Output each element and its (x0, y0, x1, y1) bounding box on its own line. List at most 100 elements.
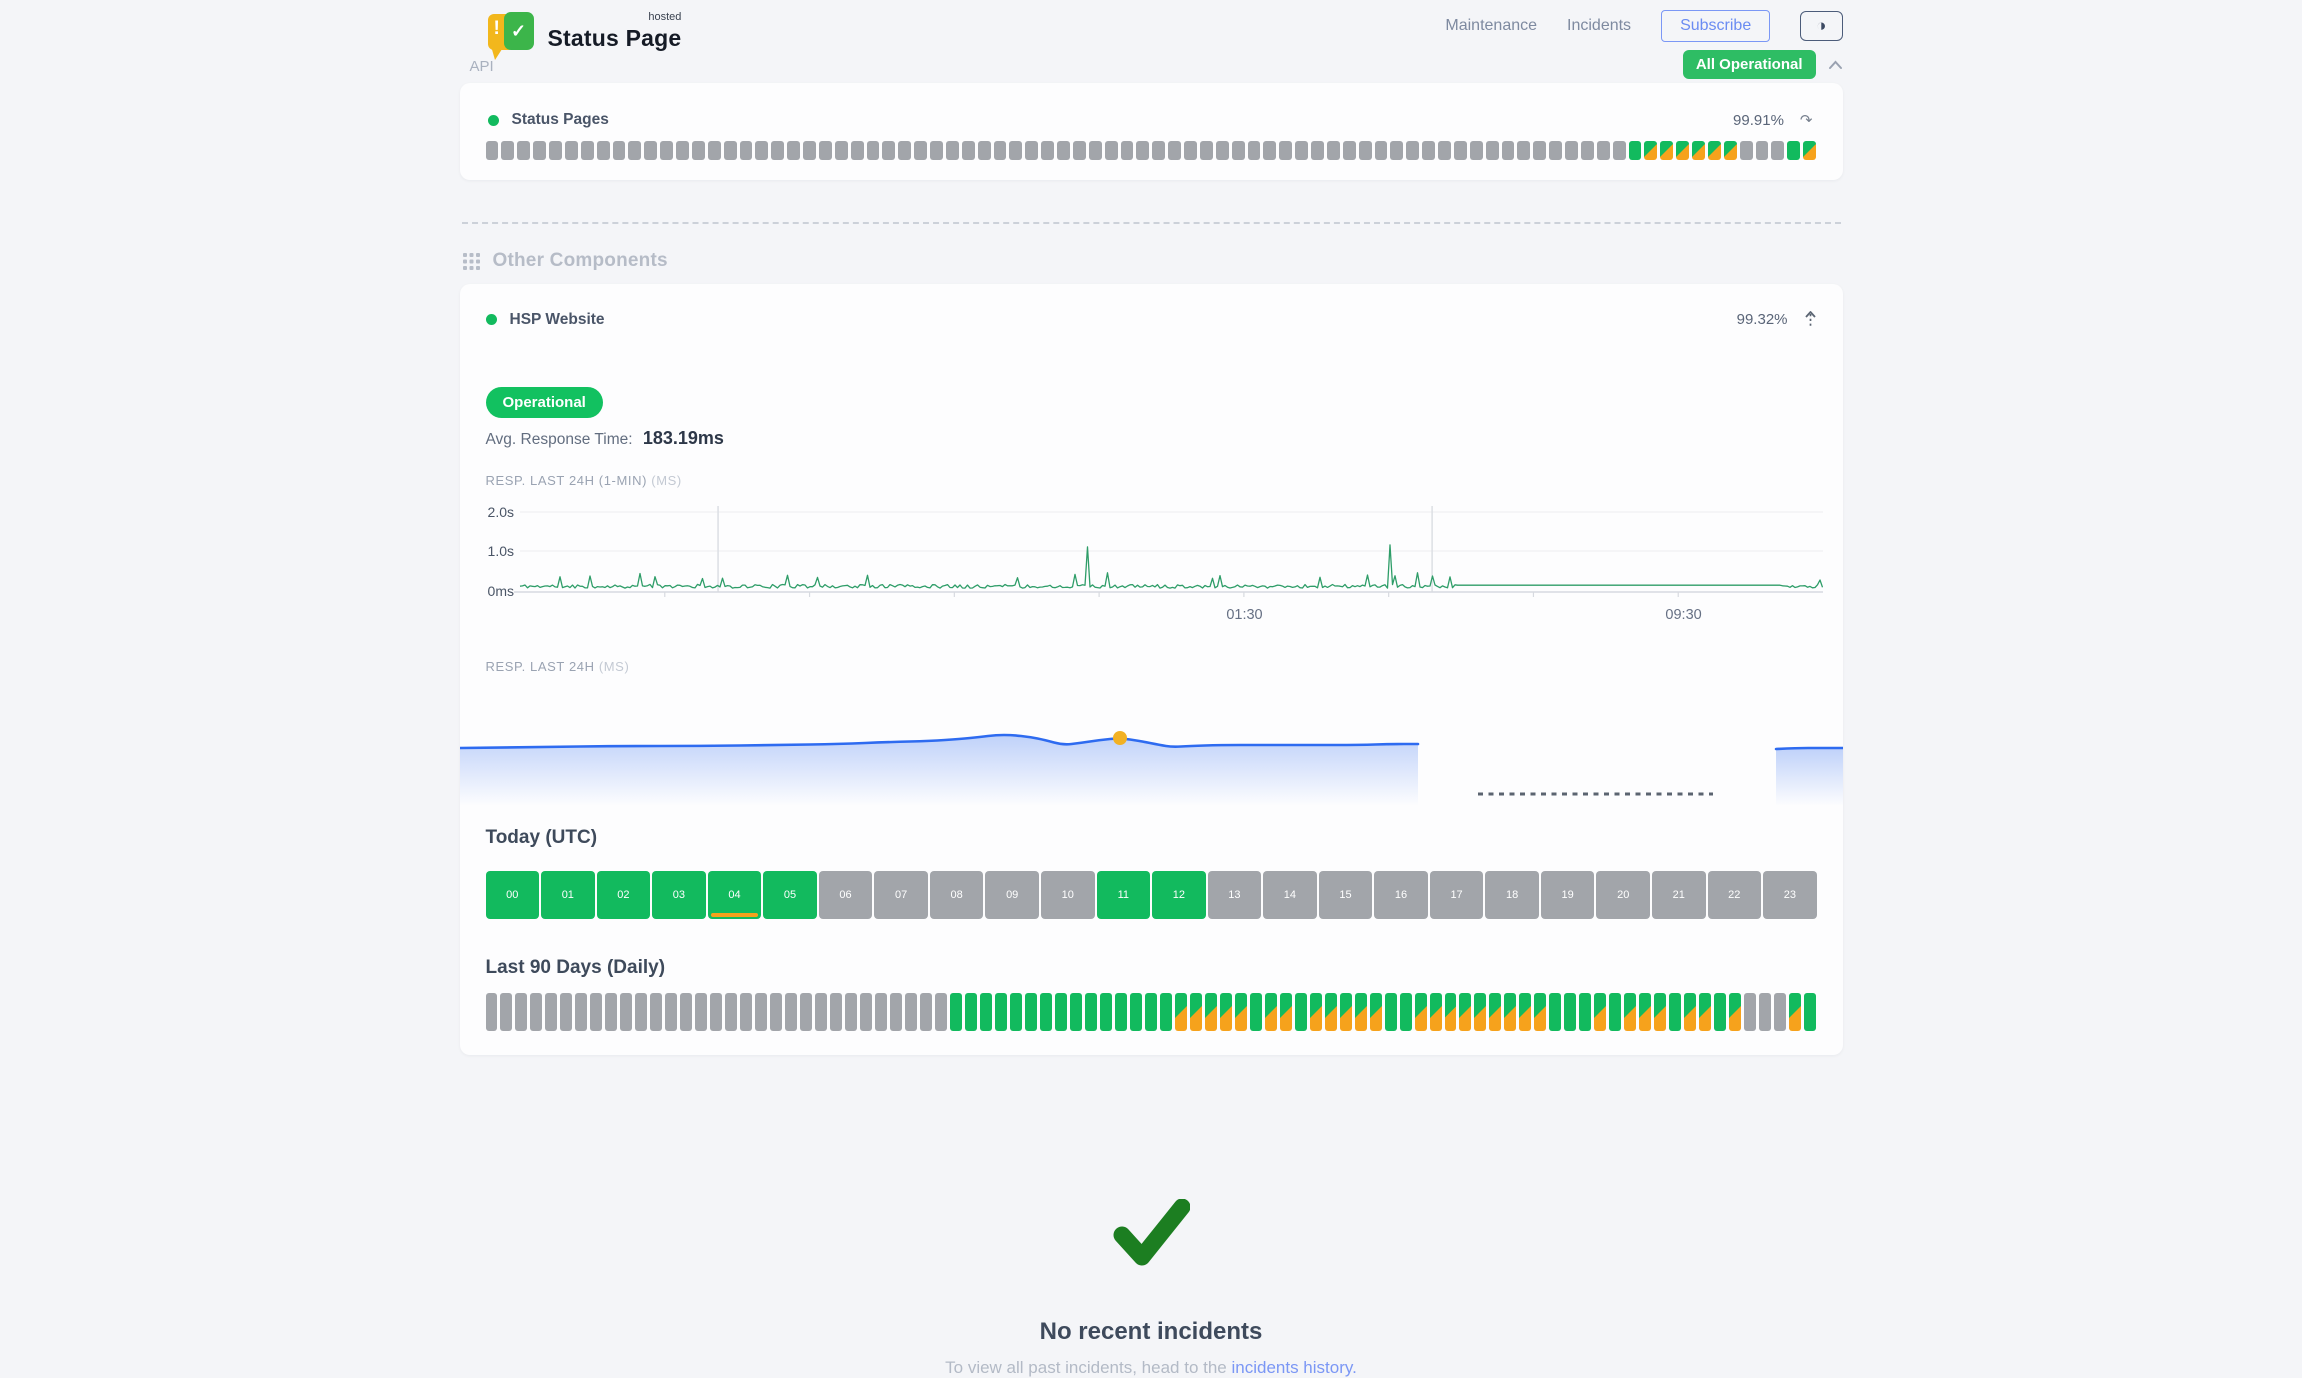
uptime-bar[interactable] (515, 993, 527, 1031)
hour-block[interactable]: 13 (1208, 871, 1262, 919)
uptime-bar[interactable] (1055, 993, 1067, 1031)
response-24h-area-chart[interactable] (460, 704, 1843, 806)
uptime-bar[interactable] (1660, 141, 1673, 160)
uptime-bar[interactable] (770, 993, 782, 1031)
uptime-bar[interactable] (1564, 993, 1576, 1031)
uptime-bar[interactable] (1250, 993, 1262, 1031)
uptime-bar[interactable] (650, 993, 662, 1031)
uptime-bar[interactable] (1774, 993, 1786, 1031)
uptime-bar[interactable] (1190, 993, 1202, 1031)
uptime-bar[interactable] (695, 993, 707, 1031)
uptime-bar[interactable] (660, 141, 673, 160)
refresh-icon[interactable]: ↷ (1800, 111, 1813, 129)
hour-block[interactable]: 01 (541, 871, 595, 919)
uptime-bar[interactable] (644, 141, 657, 160)
hour-block[interactable]: 04 (708, 871, 762, 919)
uptime-bar[interactable] (501, 141, 514, 160)
uptime-bar[interactable] (1676, 141, 1689, 160)
nav-maintenance[interactable]: Maintenance (1445, 17, 1537, 35)
uptime-bar[interactable] (1400, 993, 1412, 1031)
uptime-bar[interactable] (1168, 141, 1181, 160)
hour-block[interactable]: 18 (1485, 871, 1539, 919)
uptime-bar[interactable] (560, 993, 572, 1031)
hour-block[interactable]: 02 (597, 871, 651, 919)
uptime-bar[interactable] (1454, 141, 1467, 160)
hour-block[interactable]: 11 (1097, 871, 1151, 919)
uptime-bar[interactable] (1130, 993, 1142, 1031)
uptime-bar[interactable] (486, 141, 499, 160)
uptime-bar[interactable] (680, 993, 692, 1031)
uptime-bar[interactable] (1295, 141, 1308, 160)
uptime-bar[interactable] (1115, 993, 1127, 1031)
uptime-bar[interactable] (1340, 993, 1352, 1031)
uptime-bar[interactable] (995, 993, 1007, 1031)
uptime-bar[interactable] (1025, 993, 1037, 1031)
uptime-bar[interactable] (1205, 993, 1217, 1031)
uptime-bar[interactable] (1644, 141, 1657, 160)
uptime-bar[interactable] (500, 993, 512, 1031)
uptime-bar[interactable] (545, 993, 557, 1031)
theme-toggle-button[interactable]: ◑ (1800, 11, 1842, 41)
uptime-bar[interactable] (530, 993, 542, 1031)
uptime-bar[interactable] (1549, 141, 1562, 160)
uptime-bar[interactable] (1009, 141, 1022, 160)
uptime-bar[interactable] (1279, 141, 1292, 160)
uptime-bar[interactable] (1370, 993, 1382, 1031)
uptime-bar[interactable] (1145, 993, 1157, 1031)
hour-block[interactable]: 07 (874, 871, 928, 919)
uptime-bar[interactable] (1422, 141, 1435, 160)
uptime-bar[interactable] (1010, 993, 1022, 1031)
uptime-bar[interactable] (724, 141, 737, 160)
hour-block[interactable]: 03 (652, 871, 706, 919)
uptime-bar[interactable] (1105, 141, 1118, 160)
uptime-bar[interactable] (1073, 141, 1086, 160)
uptime-bar[interactable] (1803, 141, 1816, 160)
uptime-bar[interactable] (946, 141, 959, 160)
uptime-bar[interactable] (1470, 141, 1483, 160)
uptime-bar[interactable] (898, 141, 911, 160)
uptime-bar[interactable] (785, 993, 797, 1031)
uptime-bar[interactable] (1040, 993, 1052, 1031)
uptime-bar[interactable] (1613, 141, 1626, 160)
uptime-bar[interactable] (628, 141, 641, 160)
hour-block[interactable]: 21 (1652, 871, 1706, 919)
hour-block[interactable]: 06 (819, 871, 873, 919)
uptime-bar[interactable] (590, 993, 602, 1031)
uptime-bar[interactable] (1517, 141, 1530, 160)
hour-block[interactable]: 00 (486, 871, 540, 919)
uptime-bar[interactable] (1756, 141, 1769, 160)
hour-block[interactable]: 23 (1763, 871, 1817, 919)
uptime-bar[interactable] (1771, 141, 1784, 160)
uptime-bar[interactable] (581, 141, 594, 160)
uptime-bar[interactable] (875, 993, 887, 1031)
uptime-bar[interactable] (962, 141, 975, 160)
subscribe-button[interactable]: Subscribe (1661, 10, 1770, 42)
uptime-bar[interactable] (1057, 141, 1070, 160)
uptime-bar[interactable] (1445, 993, 1457, 1031)
uptime-bar[interactable] (1232, 141, 1245, 160)
uptime-bar[interactable] (815, 993, 827, 1031)
uptime-bar[interactable] (1708, 141, 1721, 160)
uptime-bar[interactable] (1216, 141, 1229, 160)
uptime-bar[interactable] (613, 141, 626, 160)
uptime-bar[interactable] (905, 993, 917, 1031)
uptime-bar[interactable] (1486, 141, 1499, 160)
uptime-bar[interactable] (1459, 993, 1471, 1031)
hour-block[interactable]: 05 (763, 871, 817, 919)
uptime-bar[interactable] (890, 993, 902, 1031)
uptime-bar[interactable] (1804, 993, 1816, 1031)
uptime-bar[interactable] (1070, 993, 1082, 1031)
uptime-bar[interactable] (860, 993, 872, 1031)
uptime-bar[interactable] (1406, 141, 1419, 160)
uptime-bar[interactable] (1597, 141, 1610, 160)
uptime-bar[interactable] (1504, 993, 1516, 1031)
hour-block[interactable]: 20 (1596, 871, 1650, 919)
uptime-bar[interactable] (845, 993, 857, 1031)
uptime-bar[interactable] (867, 141, 880, 160)
hour-block[interactable]: 08 (930, 871, 984, 919)
uptime-bar[interactable] (1609, 993, 1621, 1031)
uptime-bar[interactable] (950, 993, 962, 1031)
uptime-bar[interactable] (980, 993, 992, 1031)
uptime-bar[interactable] (1311, 141, 1324, 160)
hour-block[interactable]: 15 (1319, 871, 1373, 919)
